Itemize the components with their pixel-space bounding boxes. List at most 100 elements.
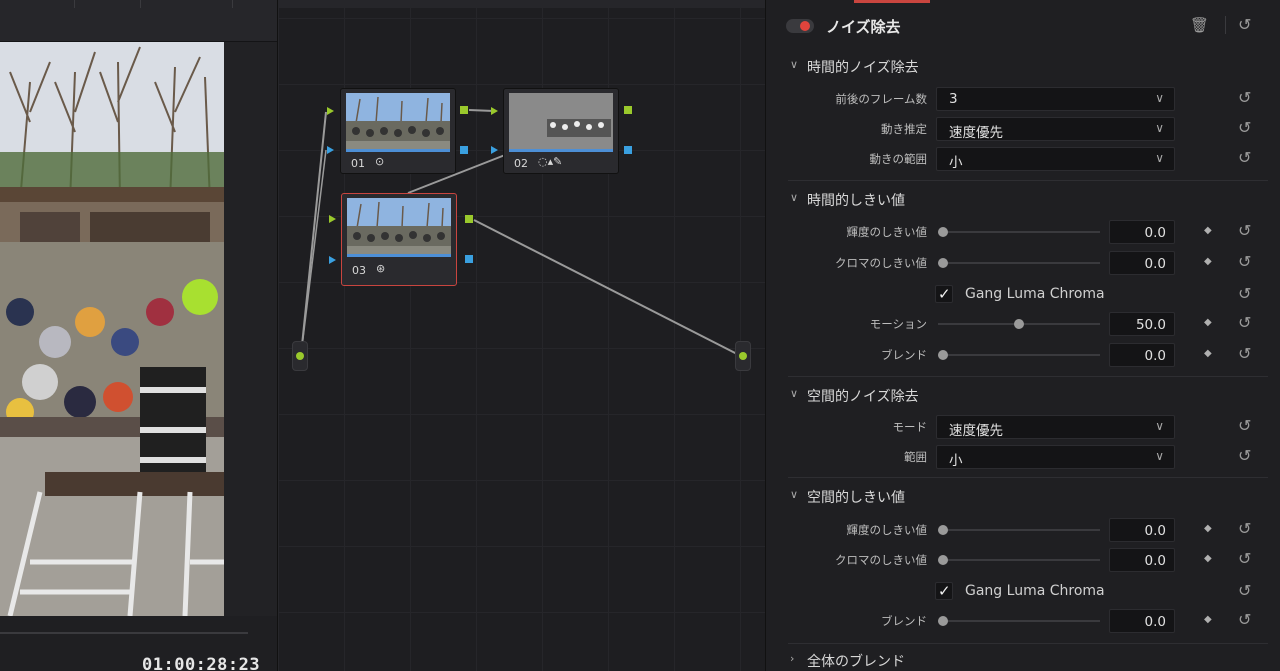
node-editor[interactable]: 01 ⊙ 02 ◌▴✎ 03 ⊛ (277, 0, 766, 671)
value-text: 0.0 (1144, 348, 1166, 364)
reset-icon[interactable]: ↺ (1238, 88, 1251, 107)
temporal-chroma-value[interactable]: 0.0 (1109, 251, 1175, 275)
motion-range-dropdown[interactable]: 小 ∨ (936, 147, 1175, 171)
reset-icon[interactable]: ↺ (1238, 610, 1251, 629)
node-02-output-alpha[interactable] (624, 146, 632, 154)
section-title: 全体のブレンド (807, 654, 905, 670)
section-divider (788, 180, 1268, 181)
output-port[interactable] (739, 352, 747, 360)
slider-handle[interactable] (938, 227, 948, 237)
chevron-right-icon[interactable]: › (790, 652, 794, 665)
slider-handle[interactable] (938, 525, 948, 535)
viewer-scrubber[interactable] (0, 632, 248, 634)
node-02[interactable]: 02 ◌▴✎ (503, 88, 619, 174)
row-label: モード (892, 420, 928, 434)
effect-enable-toggle[interactable] (786, 19, 814, 33)
node-02-output-rgb[interactable] (624, 106, 632, 114)
keyframe-diamond-icon[interactable]: ◆ (1204, 256, 1212, 267)
reset-icon[interactable]: ↺ (1238, 416, 1251, 435)
section-temporal-threshold[interactable]: ∨ 時間的しきい値 (766, 185, 1280, 215)
frames-dropdown[interactable]: 3 ∨ (936, 87, 1175, 111)
gang-luma-chroma-checkbox[interactable]: ✓ (935, 582, 953, 600)
keyframe-diamond-icon[interactable]: ◆ (1204, 553, 1212, 564)
chevron-down-icon: ∨ (1155, 449, 1164, 463)
node-03-output-alpha[interactable] (465, 255, 473, 263)
node-03-output-rgb[interactable] (465, 215, 473, 223)
section-temporal-nr[interactable]: ∨ 時間的ノイズ除去 (766, 52, 1280, 82)
reset-icon[interactable]: ↺ (1238, 148, 1251, 167)
node-01-input-rgb[interactable] (327, 107, 334, 115)
node-03-input-alpha[interactable] (329, 256, 336, 264)
dropdown-value: 3 (949, 91, 958, 107)
video-frame-image (0, 42, 224, 616)
slider-handle[interactable] (1014, 319, 1024, 329)
section-spatial-nr[interactable]: ∨ 空間的ノイズ除去 (766, 381, 1280, 411)
slider-handle[interactable] (938, 258, 948, 268)
keyframe-diamond-icon[interactable]: ◆ (1204, 317, 1212, 328)
reset-icon[interactable]: ↺ (1238, 284, 1251, 303)
motion-slider[interactable] (938, 319, 1100, 329)
source-port[interactable] (296, 352, 304, 360)
temporal-luma-slider[interactable] (938, 227, 1100, 237)
node-01[interactable]: 01 ⊙ (340, 88, 456, 174)
node-02-input-alpha[interactable] (491, 146, 498, 154)
temporal-blend-value[interactable]: 0.0 (1109, 343, 1175, 367)
spatial-blend-value[interactable]: 0.0 (1109, 609, 1175, 633)
spatial-chroma-value[interactable]: 0.0 (1109, 548, 1175, 572)
source-node[interactable] (292, 341, 308, 371)
temporal-luma-value[interactable]: 0.0 (1109, 220, 1175, 244)
spatial-luma-value[interactable]: 0.0 (1109, 518, 1175, 542)
node-03[interactable]: 03 ⊛ (341, 193, 457, 286)
node-status-bar (347, 254, 451, 257)
reset-icon[interactable]: ↺ (1238, 446, 1251, 465)
keyframe-diamond-icon[interactable]: ◆ (1204, 614, 1212, 625)
section-divider (788, 643, 1268, 644)
motion-estimation-dropdown[interactable]: 速度優先 ∨ (936, 117, 1175, 141)
section-global-blend[interactable]: › 全体のブレンド (766, 646, 1280, 671)
chevron-down-icon[interactable]: ∨ (790, 387, 798, 400)
reset-icon[interactable]: ↺ (1238, 252, 1251, 271)
reset-icon[interactable]: ↺ (1238, 15, 1251, 34)
reset-icon[interactable]: ↺ (1238, 344, 1251, 363)
output-node[interactable] (735, 341, 751, 371)
row-mode: モード 速度優先 ∨ ↺ (766, 412, 1280, 442)
slider-handle[interactable] (938, 350, 948, 360)
node-02-input-rgb[interactable] (491, 107, 498, 115)
gang-luma-chroma-checkbox[interactable]: ✓ (935, 285, 953, 303)
node-01-output-rgb[interactable] (460, 106, 468, 114)
radius-dropdown[interactable]: 小 ∨ (936, 445, 1175, 469)
trash-icon[interactable]: 🗑 (1190, 16, 1209, 34)
node-01-output-alpha[interactable] (460, 146, 468, 154)
viewer-panel: 01:00:28:23 (0, 0, 277, 671)
chevron-down-icon[interactable]: ∨ (790, 58, 798, 71)
spatial-blend-slider[interactable] (938, 616, 1100, 626)
keyframe-diamond-icon[interactable]: ◆ (1204, 348, 1212, 359)
node-status-bar (346, 149, 450, 152)
viewer-side-strip (224, 42, 277, 616)
section-spatial-threshold[interactable]: ∨ 空間的しきい値 (766, 482, 1280, 512)
slider-handle[interactable] (938, 555, 948, 565)
dropdown-value: 速度優先 (949, 125, 1003, 141)
keyframe-diamond-icon[interactable]: ◆ (1204, 225, 1212, 236)
row-label: モーション (869, 317, 927, 331)
node-01-input-alpha[interactable] (327, 146, 334, 154)
reset-icon[interactable]: ↺ (1238, 118, 1251, 137)
chevron-down-icon[interactable]: ∨ (790, 488, 798, 501)
section-title: 空間的ノイズ除去 (807, 389, 919, 405)
slider-handle[interactable] (938, 616, 948, 626)
video-preview[interactable] (0, 42, 224, 616)
temporal-chroma-slider[interactable] (938, 258, 1100, 268)
reset-icon[interactable]: ↺ (1238, 581, 1251, 600)
spatial-luma-slider[interactable] (938, 525, 1100, 535)
motion-value[interactable]: 50.0 (1109, 312, 1175, 336)
node-03-input-rgb[interactable] (329, 215, 336, 223)
keyframe-diamond-icon[interactable]: ◆ (1204, 523, 1212, 534)
reset-icon[interactable]: ↺ (1238, 549, 1251, 568)
reset-icon[interactable]: ↺ (1238, 313, 1251, 332)
reset-icon[interactable]: ↺ (1238, 519, 1251, 538)
reset-icon[interactable]: ↺ (1238, 221, 1251, 240)
spatial-chroma-slider[interactable] (938, 555, 1100, 565)
chevron-down-icon[interactable]: ∨ (790, 191, 798, 204)
mode-dropdown[interactable]: 速度優先 ∨ (936, 415, 1175, 439)
temporal-blend-slider[interactable] (938, 350, 1100, 360)
